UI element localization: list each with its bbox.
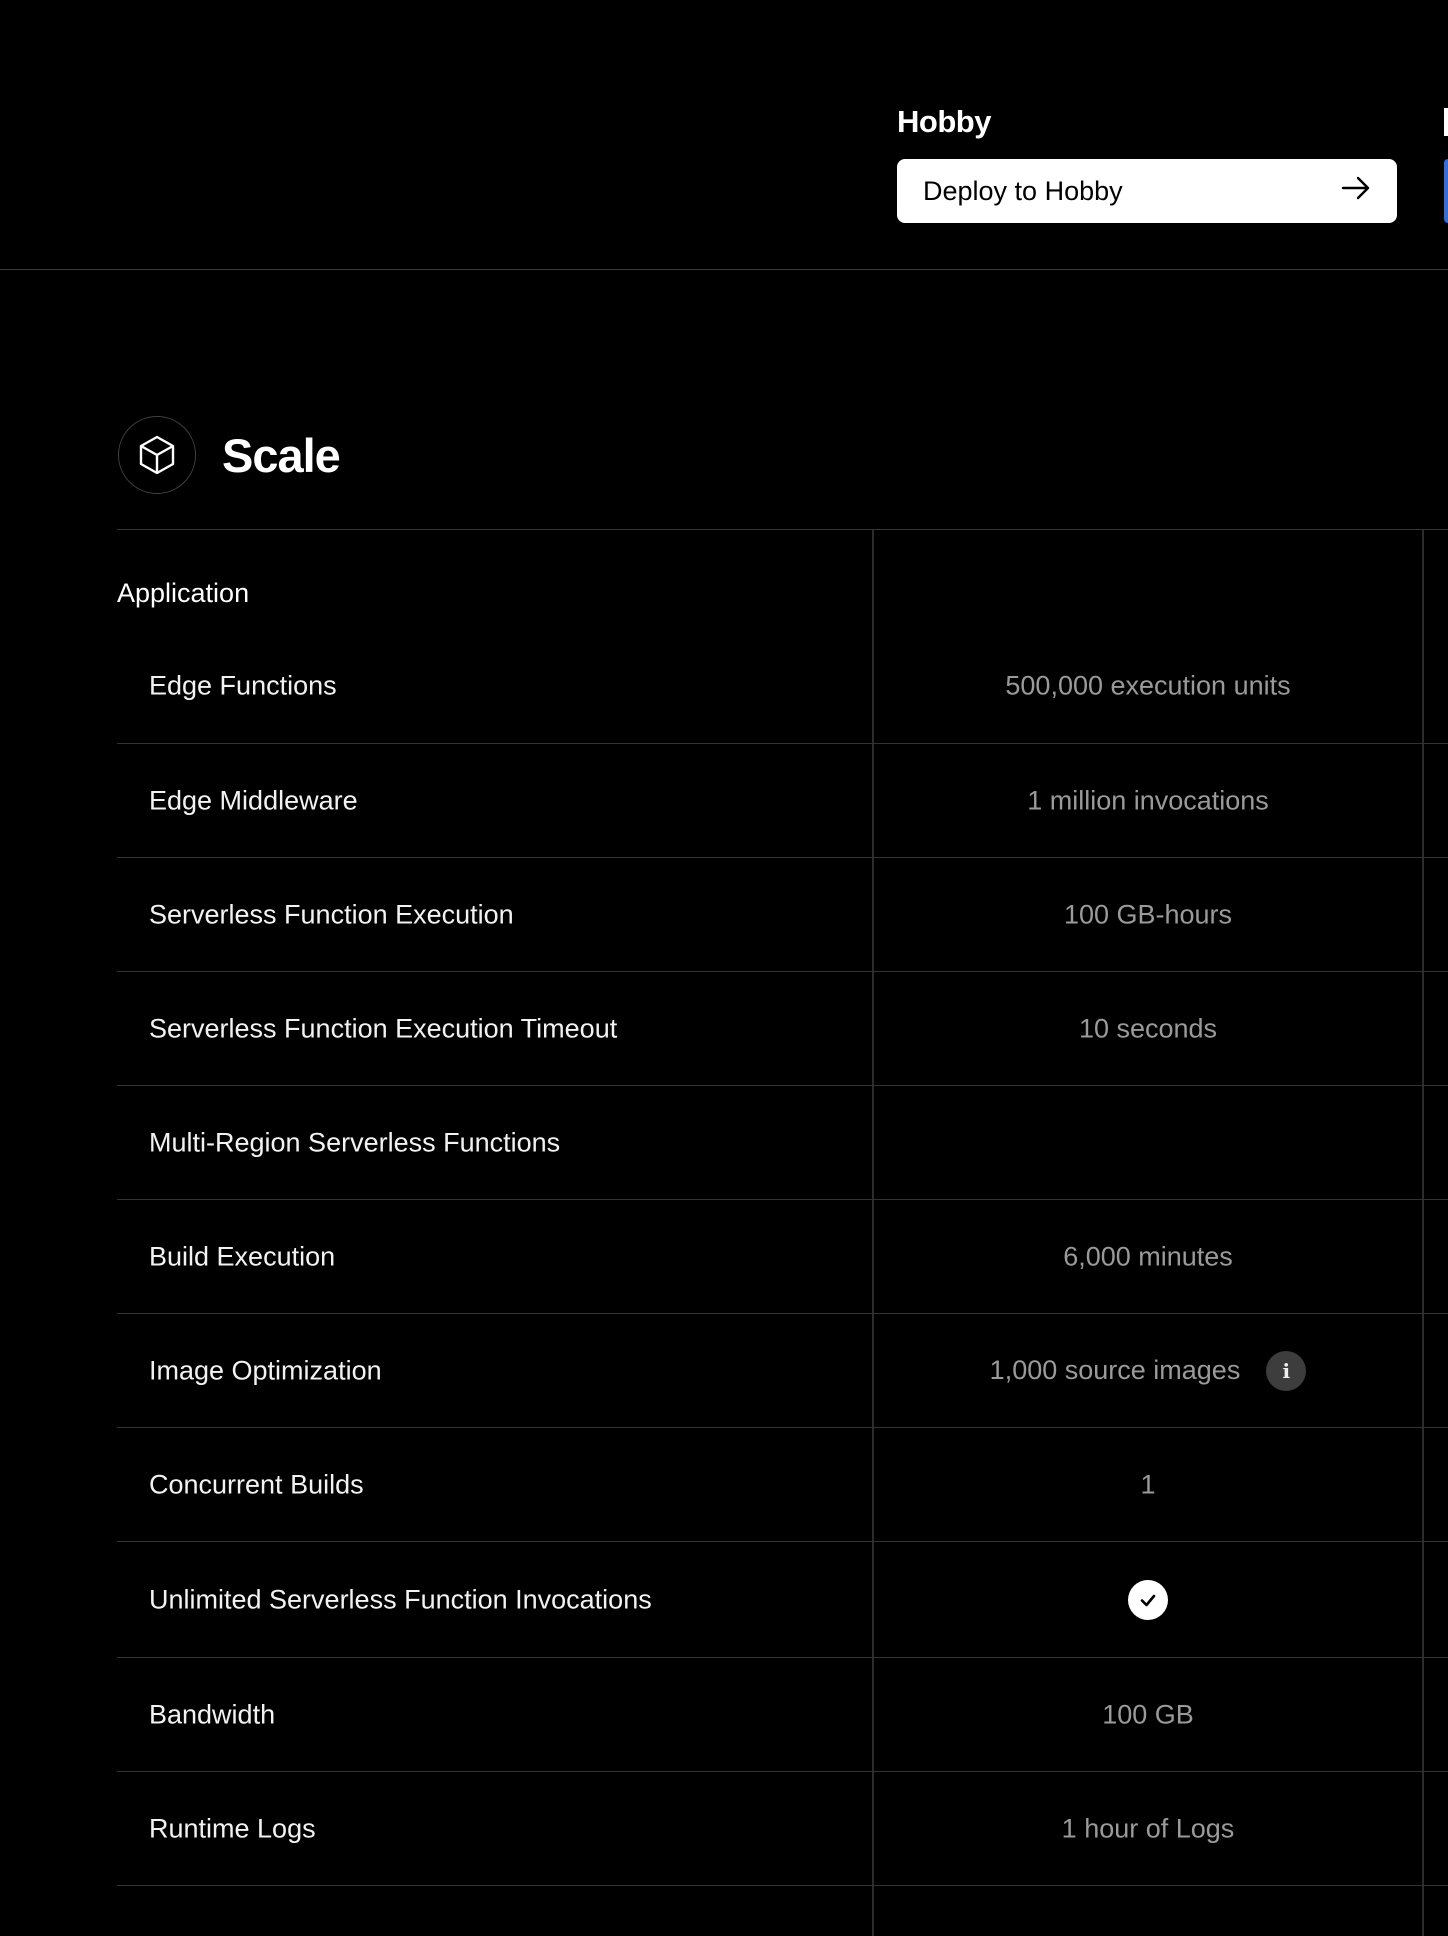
cube-icon <box>118 416 196 494</box>
section-header: Scale <box>118 416 341 494</box>
plans-header: Hobby Deploy to Hobby <box>0 0 1448 270</box>
row-value: 6,000 minutes <box>874 1241 1422 1272</box>
table-row: Multi-Region Serverless Functions <box>117 1086 1448 1200</box>
table-row: Build Execution 6,000 minutes <box>117 1200 1448 1314</box>
row-value-text: 10 seconds <box>1078 1013 1218 1043</box>
info-icon[interactable]: i <box>1266 1350 1307 1391</box>
table-row: Bandwidth 100 GB <box>117 1658 1448 1772</box>
row-value-text: 500,000 execution units <box>1005 670 1291 701</box>
feature-table: Application Edge Functions 500,000 execu… <box>117 529 1448 1936</box>
check-icon <box>1128 1579 1168 1620</box>
row-label: Unlimited Serverless Function Invocation… <box>149 1584 652 1614</box>
row-value-text: 1 <box>1140 1469 1156 1499</box>
row-label: Runtime Logs <box>149 1813 316 1843</box>
row-value: 100 GB-hours <box>874 899 1422 930</box>
table-row: Serverless Function Execution 100 GB-hou… <box>117 858 1448 972</box>
table-row: Serverless Function Execution Timeout 10… <box>117 972 1448 1086</box>
next-plan-name-partial <box>1444 108 1448 136</box>
row-value-text: 1 million invocations <box>1027 785 1269 815</box>
row-value-text: 1 hour of Logs <box>1061 1813 1235 1843</box>
row-value: 1 hour of Logs <box>874 1813 1422 1844</box>
row-value-text: 1,000 source images <box>989 1355 1241 1385</box>
row-label: Concurrent Builds <box>149 1469 364 1499</box>
row-value: 1,000 source images i <box>874 1350 1422 1391</box>
section-title: Scale <box>222 428 341 482</box>
row-label: Bandwidth <box>149 1699 276 1729</box>
row-label: Edge Functions <box>149 670 337 701</box>
table-row: Edge Functions 500,000 execution units <box>117 629 1448 744</box>
table-row: Concurrent Builds 1 <box>117 1428 1448 1542</box>
table-row <box>117 1886 1448 1936</box>
plan-name-hobby: Hobby <box>897 104 991 139</box>
row-label: Serverless Function Execution <box>149 899 514 929</box>
row-value-text: 100 GB-hours <box>1063 899 1233 929</box>
row-label: Build Execution <box>149 1241 336 1271</box>
deploy-button-label: Deploy to Hobby <box>923 175 1123 206</box>
row-value: 500,000 execution units <box>874 671 1422 702</box>
row-value: 100 GB <box>874 1699 1422 1730</box>
table-row: Unlimited Serverless Function Invocation… <box>117 1542 1448 1658</box>
row-label: Edge Middleware <box>149 785 358 815</box>
row-value: 1 million invocations <box>874 785 1422 816</box>
arrow-right-icon <box>1341 176 1371 207</box>
table-row: Edge Middleware 1 million invocations <box>117 744 1448 858</box>
group-row: Application <box>117 530 1448 629</box>
row-label: Image Optimization <box>149 1355 382 1385</box>
group-label: Application <box>117 578 250 608</box>
row-value: 10 seconds <box>874 1013 1422 1044</box>
table-row: Runtime Logs 1 hour of Logs <box>117 1772 1448 1886</box>
row-value: 1 <box>874 1469 1422 1500</box>
row-label: Serverless Function Execution Timeout <box>149 1013 618 1043</box>
deploy-to-hobby-button[interactable]: Deploy to Hobby <box>897 159 1397 223</box>
table-row: Image Optimization 1,000 source images i <box>117 1314 1448 1428</box>
row-label: Multi-Region Serverless Functions <box>149 1127 561 1157</box>
row-value-text: 100 GB <box>1102 1699 1194 1729</box>
next-plan-deploy-button-partial[interactable] <box>1444 159 1448 223</box>
row-value <box>874 1579 1422 1620</box>
row-value-text: 6,000 minutes <box>1063 1241 1233 1271</box>
